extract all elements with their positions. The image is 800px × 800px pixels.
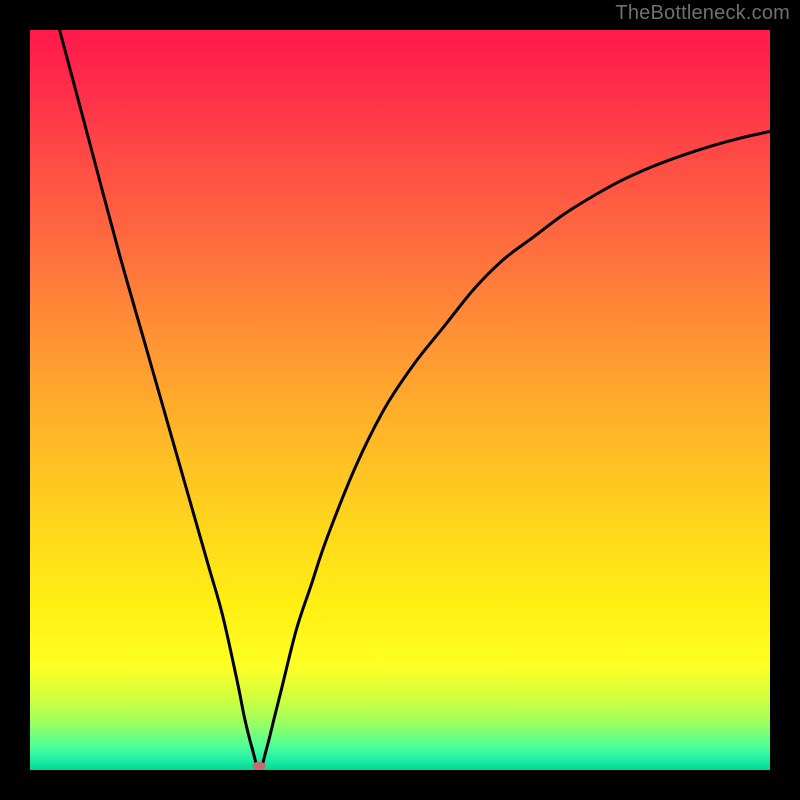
chart-frame: TheBottleneck.com: [0, 0, 800, 800]
optimal-point-marker: [253, 762, 266, 771]
watermark-text: TheBottleneck.com: [615, 2, 790, 25]
plot-area: [30, 30, 770, 770]
curve-svg: [30, 30, 770, 770]
bottleneck-curve: [60, 30, 770, 770]
